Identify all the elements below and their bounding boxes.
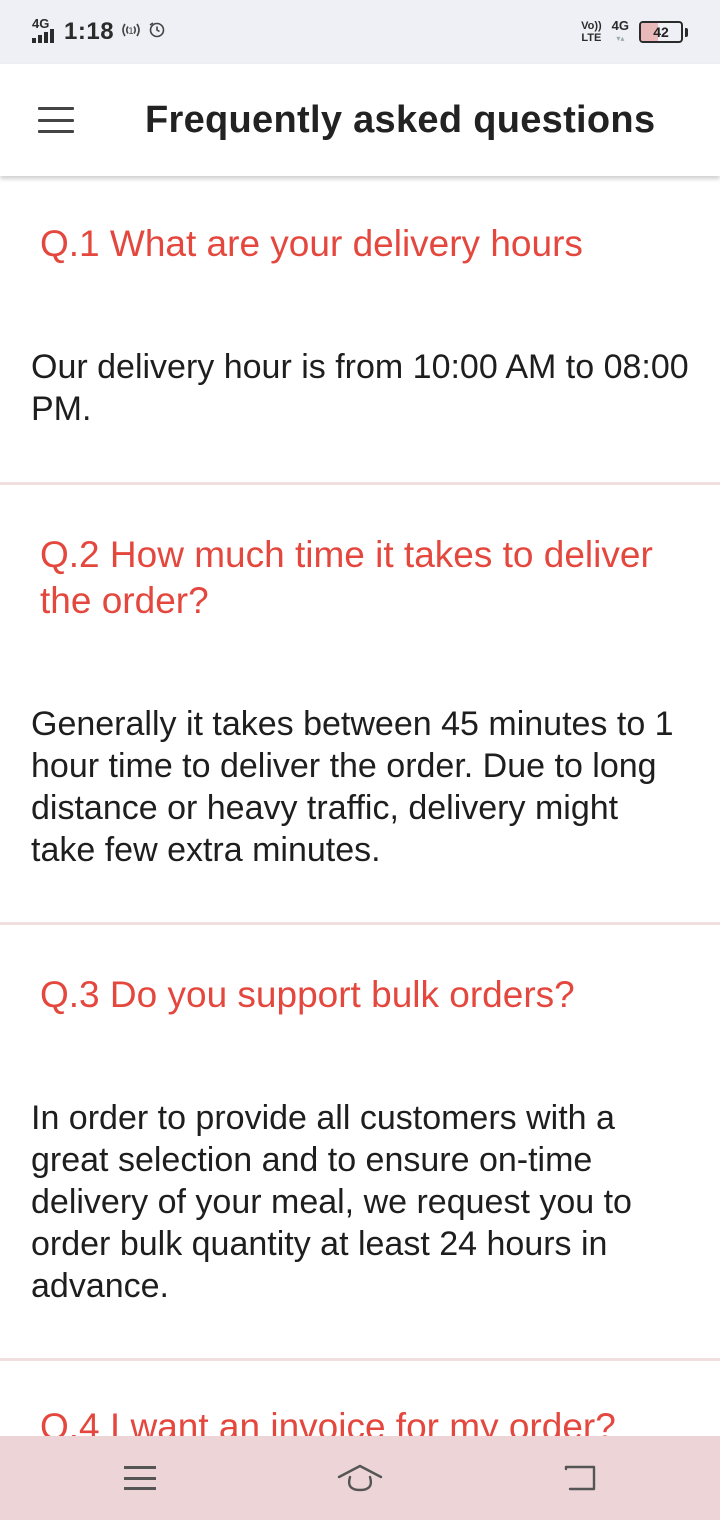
- faq-question: Q.3 Do you support bulk orders?: [40, 974, 575, 1015]
- battery-icon: 42: [639, 21, 683, 43]
- battery-level: 42: [653, 24, 669, 40]
- back-icon: [564, 1465, 596, 1491]
- faq-screen: 4G 1:18 1 Vo)) LTE 4G ▾▴ 42 Frequently a…: [0, 0, 720, 1520]
- recent-apps-button[interactable]: [80, 1436, 200, 1520]
- home-icon: [337, 1464, 383, 1492]
- network-type-label: 4G: [611, 18, 629, 33]
- battery-tip: [685, 27, 688, 37]
- volte-top: Vo)): [581, 20, 602, 32]
- data-arrows-icon: ▾▴: [616, 34, 625, 43]
- volte-indicator: Vo)) LTE: [581, 20, 602, 44]
- home-button[interactable]: [300, 1436, 420, 1520]
- menu-button[interactable]: [0, 64, 112, 176]
- page-title: Frequently asked questions: [145, 98, 656, 141]
- faq-answer: Generally it takes between 45 minutes to…: [31, 705, 674, 869]
- hotspot-icon: 1: [120, 21, 142, 43]
- hamburger-menu-icon: [38, 107, 74, 133]
- recent-apps-icon: [124, 1466, 156, 1490]
- system-nav-bar: [0, 1436, 720, 1520]
- status-right: Vo)) LTE 4G ▾▴ 42: [581, 19, 688, 45]
- network-type: 4G ▾▴: [612, 19, 629, 45]
- app-bar: Frequently asked questions: [0, 64, 720, 176]
- faq-question: Q.1 What are your delivery hours: [40, 223, 583, 264]
- faq-answer: In order to provide all customers with a…: [31, 1099, 632, 1305]
- alarm-icon: [148, 21, 166, 43]
- faq-list: Q.1 What are your delivery hours Our del…: [0, 176, 720, 1520]
- faq-item: Q.3 Do you support bulk orders? In order…: [0, 925, 720, 1361]
- faq-item: Q.2 How much time it takes to deliver th…: [0, 485, 720, 925]
- faq-question: Q.2 How much time it takes to deliver th…: [40, 534, 653, 621]
- status-bar: 4G 1:18 1 Vo)) LTE 4G ▾▴ 42: [0, 0, 720, 64]
- back-button[interactable]: [520, 1436, 640, 1520]
- faq-answer: Our delivery hour is from 10:00 AM to 08…: [31, 348, 689, 428]
- signal-icon: 4G: [32, 17, 58, 47]
- status-left: 4G 1:18 1: [32, 17, 166, 47]
- svg-text:1: 1: [128, 27, 134, 37]
- clock: 1:18: [64, 18, 115, 45]
- volte-bottom: LTE: [581, 32, 602, 44]
- faq-item: Q.1 What are your delivery hours Our del…: [0, 176, 720, 485]
